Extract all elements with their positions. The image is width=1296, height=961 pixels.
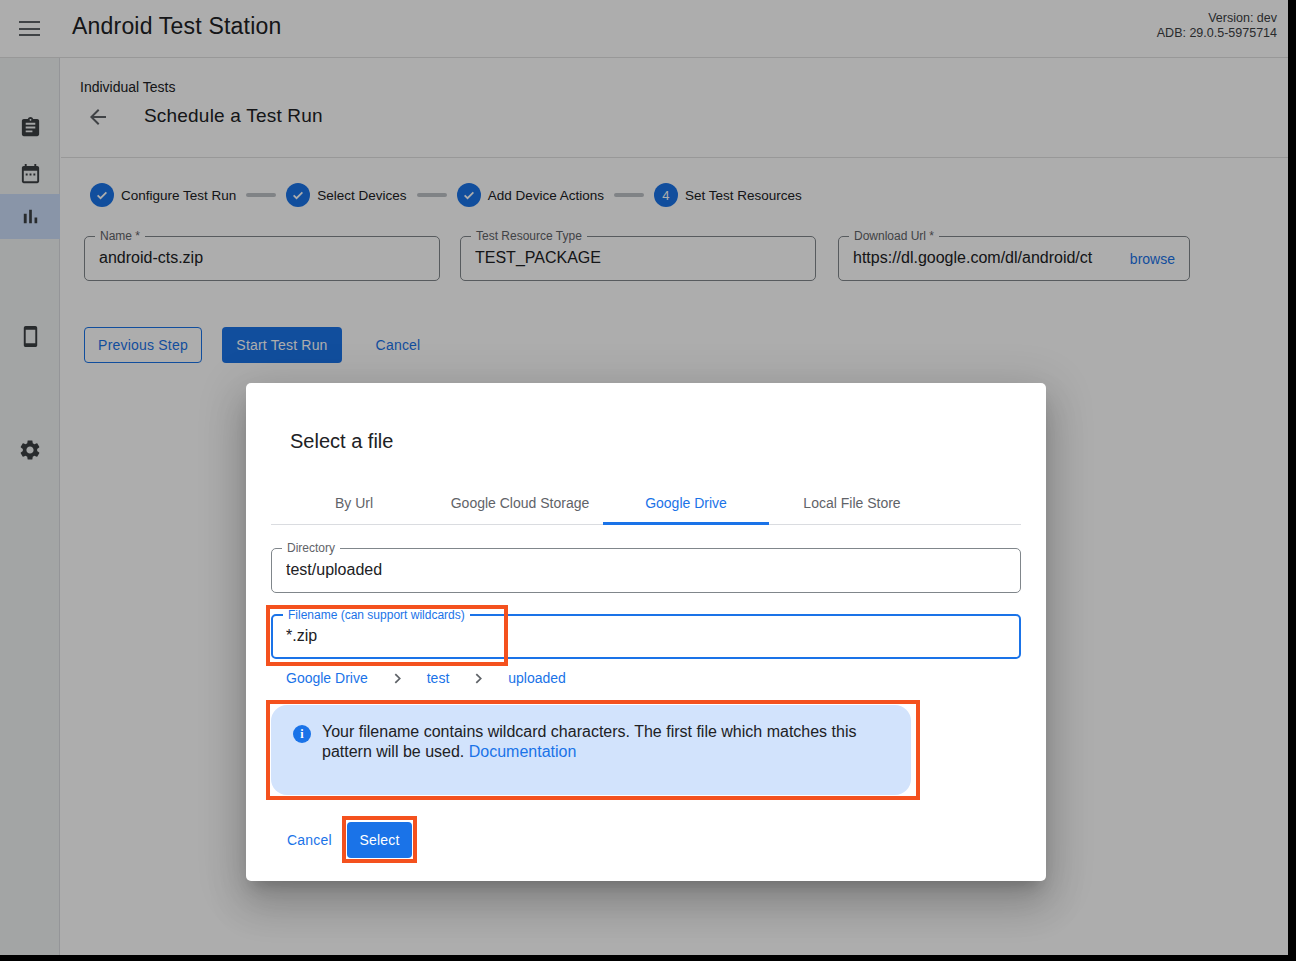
select-file-dialog: Select a file By Url Google Cloud Storag… xyxy=(246,383,1046,881)
dialog-tabs: By Url Google Cloud Storage Google Drive… xyxy=(271,481,1021,525)
chevron-right-icon xyxy=(473,673,484,684)
tab-local-file-store[interactable]: Local File Store xyxy=(769,481,935,524)
chevron-right-icon xyxy=(392,673,403,684)
tab-google-cloud-storage[interactable]: Google Cloud Storage xyxy=(437,481,603,524)
drive-breadcrumb-root[interactable]: Google Drive xyxy=(286,670,368,686)
directory-field[interactable]: Directory test/uploaded xyxy=(271,548,1021,593)
drive-breadcrumb-test[interactable]: test xyxy=(427,670,450,686)
annotation-select xyxy=(342,816,417,863)
drive-breadcrumb: Google Drive test uploaded xyxy=(286,670,566,686)
active-tab-indicator xyxy=(603,522,769,525)
dialog-cancel-button[interactable]: Cancel xyxy=(287,822,332,858)
directory-label: Directory xyxy=(282,542,340,555)
screen: Android Test Station Version: dev ADB: 2… xyxy=(0,0,1296,961)
app-window: Android Test Station Version: dev ADB: 2… xyxy=(0,0,1288,955)
drive-breadcrumb-uploaded[interactable]: uploaded xyxy=(508,670,566,686)
tab-google-drive[interactable]: Google Drive xyxy=(603,481,769,524)
dialog-title: Select a file xyxy=(290,430,393,453)
directory-value: test/uploaded xyxy=(286,561,382,579)
tab-by-url[interactable]: By Url xyxy=(271,481,437,524)
annotation-alert xyxy=(266,700,920,800)
annotation-filename xyxy=(266,605,508,666)
